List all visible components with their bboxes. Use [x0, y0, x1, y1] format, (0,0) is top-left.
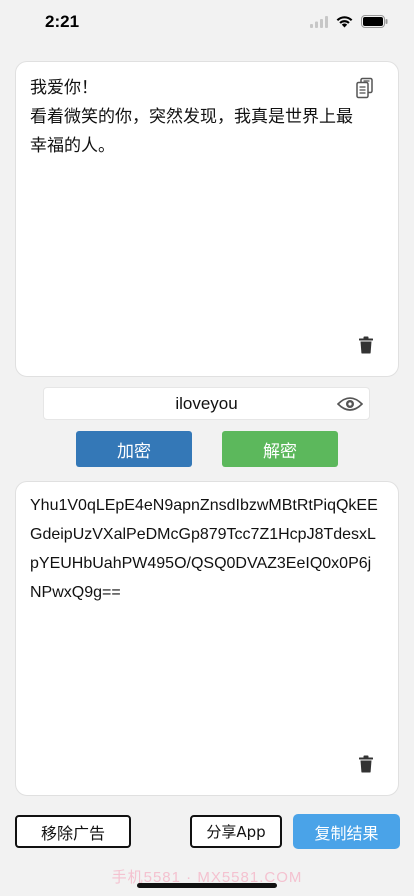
clear-output-trash-icon[interactable]: [358, 755, 374, 777]
status-bar: 2:21: [0, 0, 414, 46]
copy-document-icon[interactable]: [354, 77, 376, 103]
signal-icon: [310, 15, 328, 28]
remove-ads-button[interactable]: 移除广告: [15, 815, 131, 848]
status-time: 2:21: [45, 12, 80, 31]
battery-icon: [361, 15, 388, 28]
status-icons: [310, 15, 388, 28]
password-value[interactable]: iloveyou: [44, 394, 369, 414]
clear-input-trash-icon[interactable]: [358, 336, 374, 358]
password-field[interactable]: iloveyou: [43, 387, 370, 420]
wifi-icon: [336, 15, 353, 27]
ciphertext-output[interactable]: Yhu1V0qLEpE4eN9apnZnsdIbzwMBtRtPiqQkEEGd…: [30, 491, 382, 607]
decrypt-button[interactable]: 解密: [222, 431, 338, 467]
plaintext-card[interactable]: 我爱你！ 看着微笑的你，突然发现，我真是世界上最幸福的人。: [15, 61, 399, 377]
copy-result-button[interactable]: 复制结果: [293, 814, 400, 849]
ciphertext-card[interactable]: Yhu1V0qLEpE4eN9apnZnsdIbzwMBtRtPiqQkEEGd…: [15, 481, 399, 796]
eye-icon[interactable]: [336, 396, 364, 416]
plaintext-input[interactable]: 我爱你！ 看着微笑的你，突然发现，我真是世界上最幸福的人。: [30, 74, 362, 161]
encrypt-button[interactable]: 加密: [76, 431, 192, 467]
share-app-button[interactable]: 分享App: [190, 815, 282, 848]
home-indicator: [137, 883, 277, 888]
